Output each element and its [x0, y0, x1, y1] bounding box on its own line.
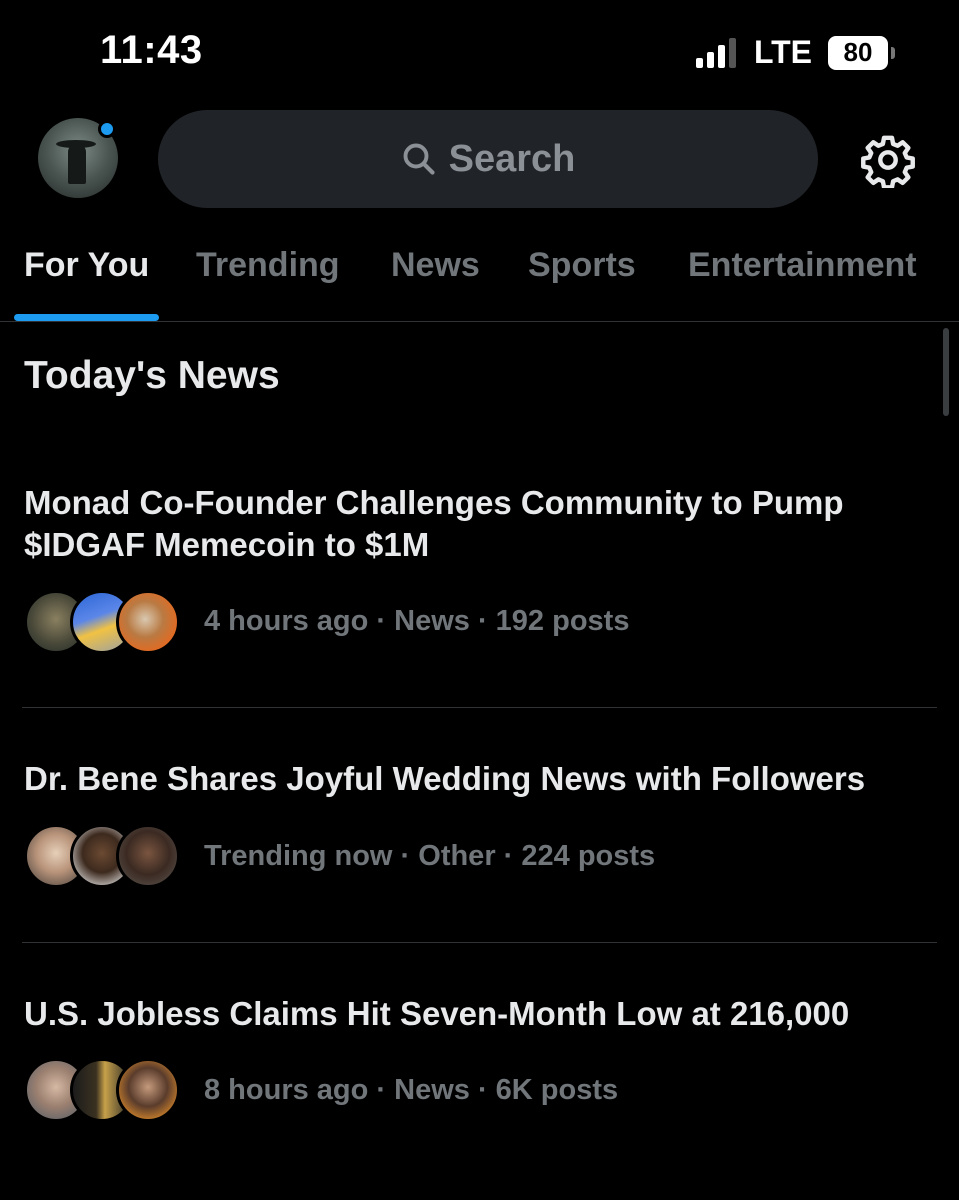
avatar-figure-shape	[68, 144, 86, 184]
avatar	[116, 824, 180, 888]
tab-trending[interactable]: Trending	[196, 246, 340, 285]
status-time: 11:43	[100, 28, 203, 72]
story-title[interactable]: Monad Co-Founder Challenges Community to…	[24, 482, 924, 566]
network-type: LTE	[753, 34, 812, 70]
divider	[22, 942, 937, 943]
status-indicators: LTE 80	[695, 34, 895, 71]
battery-cap	[891, 46, 895, 59]
tab-sports[interactable]: Sports	[528, 246, 636, 285]
tab-news[interactable]: News	[391, 246, 480, 285]
divider	[22, 707, 937, 708]
story-title[interactable]: U.S. Jobless Claims Hit Seven-Month Low …	[24, 993, 924, 1035]
notification-dot	[98, 120, 116, 138]
battery-level: 80	[828, 35, 888, 70]
gear-icon[interactable]	[860, 132, 916, 188]
status-bar: 11:43 LTE 80	[0, 0, 959, 100]
scrollbar[interactable]	[943, 328, 949, 416]
top-header: Search	[0, 108, 959, 208]
avatar	[116, 590, 180, 654]
story-meta: Trending now · Other · 224 posts	[204, 840, 656, 872]
search-icon	[403, 143, 435, 175]
explore-tabs: For You Trending News Sports Entertainme…	[0, 232, 959, 322]
search-placeholder: Search	[448, 137, 576, 180]
explore-screen: 11:43 LTE 80 Search For You Trending New…	[0, 0, 959, 1200]
story-avatars	[24, 1058, 184, 1126]
tab-for-you[interactable]: For You	[24, 246, 149, 285]
story-avatars	[24, 824, 184, 892]
story-avatars	[24, 590, 184, 658]
story-title[interactable]: Dr. Bene Shares Joyful Wedding News with…	[24, 758, 924, 800]
story-meta: 8 hours ago · News · 6K posts	[204, 1074, 619, 1106]
search-bar[interactable]: Search	[158, 110, 818, 208]
active-tab-indicator	[14, 314, 159, 321]
story-meta: 4 hours ago · News · 192 posts	[204, 605, 630, 637]
avatar	[116, 1058, 180, 1122]
section-title: Today's News	[24, 354, 280, 397]
signal-icon	[695, 37, 736, 68]
battery-icon: 80	[828, 35, 895, 70]
tab-entertainment[interactable]: Entertainment	[688, 246, 917, 285]
